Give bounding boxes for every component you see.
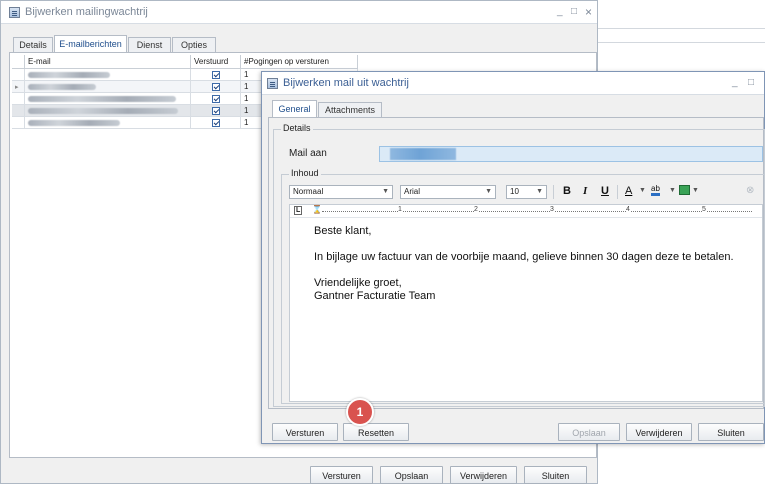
ruler-mark: 2 xyxy=(474,206,478,213)
background-divider xyxy=(598,42,765,43)
tab-attachments[interactable]: Attachments xyxy=(318,102,382,117)
maximize-button[interactable]: □ xyxy=(748,77,754,88)
mail-edit-tabs: General Attachments xyxy=(272,100,472,118)
ruler-ticks xyxy=(322,211,752,213)
sent-checkbox[interactable] xyxy=(211,94,220,103)
window-title: Bijwerken mailingwachtrij xyxy=(25,6,148,18)
sent-checkbox[interactable] xyxy=(211,106,220,115)
callout-badge: 1 xyxy=(346,398,374,426)
ruler: L ⌛ 1 2 3 4 5 xyxy=(290,205,762,218)
tab-general[interactable]: General xyxy=(272,100,317,117)
minimize-button[interactable]: _ xyxy=(732,77,738,88)
content-legend: Inhoud xyxy=(289,168,321,178)
background-divider xyxy=(598,28,765,29)
message-editor[interactable]: L ⌛ 1 2 3 4 5 Beste klant, In bijlage uw… xyxy=(289,204,763,402)
mail-to-label: Mail aan xyxy=(289,148,327,159)
mail-to-value-redacted xyxy=(390,148,456,160)
ruler-mark: 4 xyxy=(626,206,630,213)
close-window-button[interactable]: × xyxy=(585,5,592,19)
column-pogingen[interactable]: #Pogingen op versturen xyxy=(240,55,358,69)
email-value-redacted xyxy=(28,83,96,90)
ruler-mark: 5 xyxy=(702,206,706,213)
column-verstuurd[interactable]: Verstuurd xyxy=(190,55,241,69)
font-color-button[interactable]: A xyxy=(625,185,632,197)
ruler-mark: 3 xyxy=(550,206,554,213)
chevron-down-icon[interactable]: ▼ xyxy=(692,187,699,194)
send-button[interactable]: Versturen xyxy=(310,466,373,484)
font-size-select[interactable]: 10 ▼ xyxy=(506,185,547,199)
minimize-button[interactable]: _ xyxy=(557,6,563,17)
toolbar-separator xyxy=(617,185,618,199)
table-insert-icon[interactable] xyxy=(679,185,690,195)
delete-button[interactable]: Verwijderen xyxy=(626,423,692,441)
ruler-mark: 1 xyxy=(398,206,402,213)
body-paragraph: In bijlage uw factuur van de voorbije ma… xyxy=(314,251,734,263)
font-size-value: 10 xyxy=(510,187,519,196)
details-legend: Details xyxy=(281,123,313,133)
highlight-button[interactable]: ab xyxy=(651,184,660,196)
sent-checkbox[interactable] xyxy=(211,70,220,79)
save-button[interactable]: Opslaan xyxy=(558,423,620,441)
tab-details[interactable]: Details xyxy=(13,37,53,52)
body-greeting: Beste klant, xyxy=(314,225,372,237)
mailing-tabs: Details E-mailberichten Dienst Opties xyxy=(13,35,233,53)
send-button[interactable]: Versturen xyxy=(272,423,338,441)
italic-button[interactable]: I xyxy=(583,185,587,197)
close-toolbar-icon[interactable]: ⊗ xyxy=(746,185,754,196)
mailing-queue-titlebar: Bijwerken mailingwachtrij _ □ × xyxy=(1,1,597,24)
font-value: Arial xyxy=(404,187,421,196)
chevron-down-icon: ▼ xyxy=(536,188,543,195)
underline-button[interactable]: U xyxy=(601,185,609,197)
column-email[interactable]: E-mail xyxy=(24,55,191,69)
window-icon xyxy=(267,78,278,89)
mail-to-field[interactable] xyxy=(379,146,763,162)
window-title: Bijwerken mail uit wachtrij xyxy=(283,77,409,89)
body-closing: Vriendelijke groet, xyxy=(314,277,402,289)
mail-edit-titlebar: Bijwerken mail uit wachtrij _ □ xyxy=(262,72,764,95)
bold-button[interactable]: B xyxy=(563,185,571,197)
paragraph-style-value: Normaal xyxy=(293,187,324,196)
body-signature: Gantner Facturatie Team xyxy=(314,290,436,302)
tab-opties[interactable]: Opties xyxy=(172,37,216,52)
chevron-down-icon: ▼ xyxy=(485,188,492,195)
tab-stop-icon[interactable]: L xyxy=(294,206,303,215)
tab-dienst[interactable]: Dienst xyxy=(128,37,171,52)
paragraph-style-select[interactable]: Normaal ▼ xyxy=(289,185,393,199)
sent-checkbox[interactable] xyxy=(211,118,220,127)
save-button[interactable]: Opslaan xyxy=(380,466,443,484)
general-panel: Details Mail aan Inhoud Normaal ▼ Arial ▼ … xyxy=(268,117,765,409)
chevron-down-icon[interactable]: ▼ xyxy=(639,187,646,194)
email-value-redacted xyxy=(28,71,110,78)
sent-checkbox[interactable] xyxy=(211,82,220,91)
chevron-down-icon[interactable]: ▼ xyxy=(669,187,676,194)
email-value-redacted xyxy=(28,95,176,102)
email-value-redacted xyxy=(28,119,120,126)
window-icon xyxy=(9,7,20,18)
tab-emailberichten[interactable]: E-mailberichten xyxy=(54,35,127,52)
close-button[interactable]: Sluiten xyxy=(524,466,587,484)
email-value-redacted xyxy=(28,107,178,114)
maximize-button[interactable]: □ xyxy=(571,6,577,17)
close-button[interactable]: Sluiten xyxy=(698,423,764,441)
delete-button[interactable]: Verwijderen xyxy=(450,466,517,484)
table-header-row: E-mail Verstuurd #Pogingen op versturen xyxy=(12,55,358,69)
indent-marker-icon[interactable]: ⌛ xyxy=(312,205,322,214)
toolbar-separator xyxy=(553,185,554,199)
mail-edit-window: Bijwerken mail uit wachtrij _ □ General … xyxy=(261,71,765,444)
reset-button[interactable]: Resetten xyxy=(343,423,409,441)
font-select[interactable]: Arial ▼ xyxy=(400,185,496,199)
current-row-indicator: ▸ xyxy=(12,80,25,93)
chevron-down-icon: ▼ xyxy=(382,188,389,195)
